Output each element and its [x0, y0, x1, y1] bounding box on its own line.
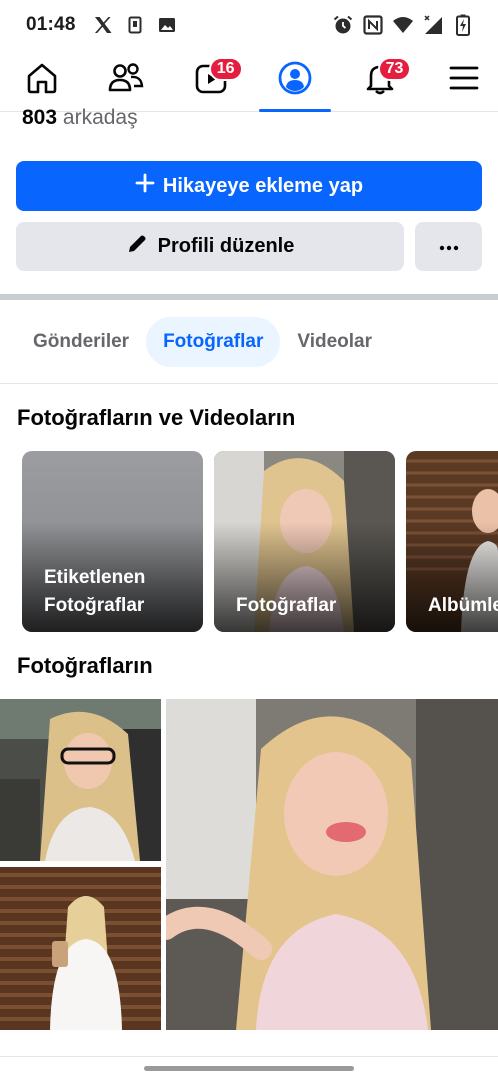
notifications-badge: 73 [377, 56, 412, 81]
status-time: 01:48 [26, 14, 76, 35]
sim-icon [124, 14, 146, 36]
signal-icon [422, 14, 444, 36]
friends-count-label: arkadaş [62, 106, 138, 129]
tab-photos[interactable]: Fotoğraflar [146, 317, 281, 367]
plus-icon [135, 173, 155, 199]
image-icon [156, 14, 178, 36]
status-left-icons [92, 14, 178, 36]
status-bar: 01:48 [0, 0, 498, 50]
album-label: Fotoğraflar [236, 595, 337, 616]
alarm-icon [332, 14, 354, 36]
add-story-label: Hikayeye ekleme yap [162, 174, 364, 197]
x-app-icon [92, 14, 114, 36]
friends-count-number: 803 [22, 106, 58, 129]
wifi-icon [392, 14, 414, 36]
photo-2-image [0, 867, 161, 1030]
nav-notifications[interactable]: 73 [360, 56, 412, 101]
status-right-icons [332, 14, 474, 36]
album-label: Albümle [428, 595, 498, 616]
album-tagged-photos[interactable]: Etiketlenen Fotoğraflar [22, 451, 203, 632]
more-options-button[interactable] [415, 222, 482, 271]
profile-tabs: Gönderiler Fotoğraflar Videolar [16, 316, 389, 368]
nav-profile[interactable] [259, 60, 332, 112]
menu-icon [448, 64, 480, 97]
top-navigation: 16 73 [0, 50, 498, 112]
photo-thumbnail-1[interactable] [0, 699, 161, 861]
nfc-icon [362, 14, 384, 36]
tab-videos[interactable]: Videolar [280, 317, 389, 367]
albums-section-title: Fotoğrafların ve Videoların [17, 405, 296, 430]
friends-count[interactable]: 803 arkadaş [22, 106, 138, 130]
nav-video[interactable]: 16 [191, 56, 243, 101]
tabs-divider [0, 383, 498, 384]
add-story-button[interactable]: Hikayeye ekleme yap [16, 161, 482, 211]
photo-thumbnail-2[interactable] [0, 867, 161, 1030]
photo-3-image [166, 699, 498, 1030]
photo-thumbnail-3[interactable] [166, 699, 498, 1030]
profile-icon [277, 60, 313, 101]
photo-1-image [0, 699, 161, 861]
nav-friends[interactable] [106, 61, 146, 101]
battery-icon [452, 14, 474, 36]
friends-icon [107, 60, 145, 101]
more-dots-icon [439, 238, 459, 256]
album-label: Etiketlenen Fotoğraflar [44, 567, 146, 616]
home-icon [24, 60, 60, 101]
album-albums[interactable]: Albümle [406, 451, 498, 632]
home-indicator[interactable] [144, 1066, 354, 1071]
photos-section-title: Fotoğrafların [17, 653, 153, 678]
bottom-divider [0, 1056, 498, 1057]
tab-posts[interactable]: Gönderiler [16, 317, 146, 367]
album-photos[interactable]: Fotoğraflar [214, 451, 395, 632]
video-badge: 16 [208, 56, 243, 81]
section-divider [0, 294, 498, 300]
nav-home[interactable] [22, 61, 62, 101]
edit-profile-label: Profili düzenle [157, 235, 295, 257]
pencil-icon [126, 233, 148, 261]
edit-profile-button[interactable]: Profili düzenle [16, 222, 404, 271]
nav-menu[interactable] [444, 61, 484, 101]
